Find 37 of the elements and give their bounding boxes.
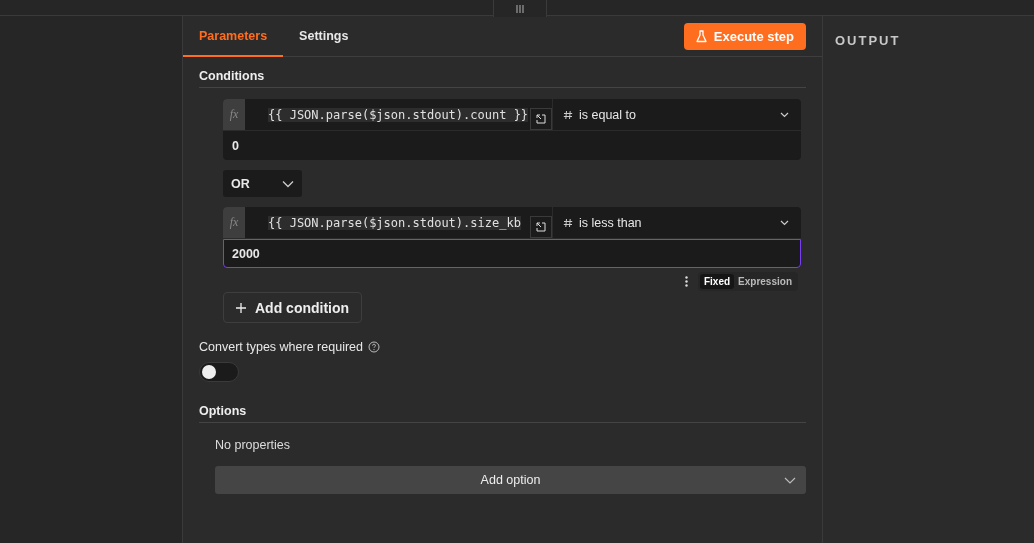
empty-text: No properties (215, 438, 292, 452)
expression-field[interactable]: {{ JSON.parse($json.stdout).count }} (245, 99, 530, 130)
tab[interactable]: Parameters (183, 16, 284, 57)
mode-option[interactable]: Expression (734, 274, 796, 289)
operator-dropdown[interactable]: is equal to (552, 99, 801, 130)
chevron-down-icon (780, 219, 789, 226)
expand-icon (536, 114, 546, 124)
tab[interactable]: Settings (283, 16, 365, 57)
expand-button[interactable] (530, 108, 552, 130)
hash-icon (563, 217, 573, 228)
add-option-dropdown[interactable]: Add option (215, 466, 806, 494)
more-icon[interactable] (684, 276, 688, 287)
chevron-down-icon (784, 477, 796, 484)
flask-icon (695, 30, 707, 43)
expression-field[interactable]: {{ JSON.parse($json.stdout).size_kb (245, 207, 530, 238)
operator-dropdown[interactable]: is less than (552, 207, 801, 238)
value-field[interactable]: 2000 (223, 239, 801, 268)
mode-option[interactable]: Fixed (699, 274, 735, 289)
expression-mode-badge: fx (223, 207, 245, 238)
grip-icon (515, 4, 524, 13)
value-field[interactable]: 0 (223, 131, 801, 160)
panel-title: OUTPUT (835, 33, 902, 48)
plus-icon (236, 302, 246, 313)
expression-mode-badge: fx (223, 99, 245, 130)
chevron-down-icon (282, 179, 294, 188)
drag-handle[interactable] (492, 0, 547, 17)
expand-icon (536, 222, 546, 232)
expand-button[interactable] (530, 216, 552, 238)
chevron-down-icon (780, 111, 789, 118)
toggle-switch[interactable] (199, 362, 239, 382)
section-title: Conditions (199, 69, 266, 83)
section-title: Options (199, 404, 248, 418)
help-icon[interactable] (368, 341, 380, 353)
combinator-dropdown[interactable]: OR (223, 170, 302, 197)
hash-icon (563, 109, 573, 120)
add-condition-button[interactable]: Add condition (223, 292, 363, 323)
convert-types-label: Convert types where required (199, 340, 363, 354)
